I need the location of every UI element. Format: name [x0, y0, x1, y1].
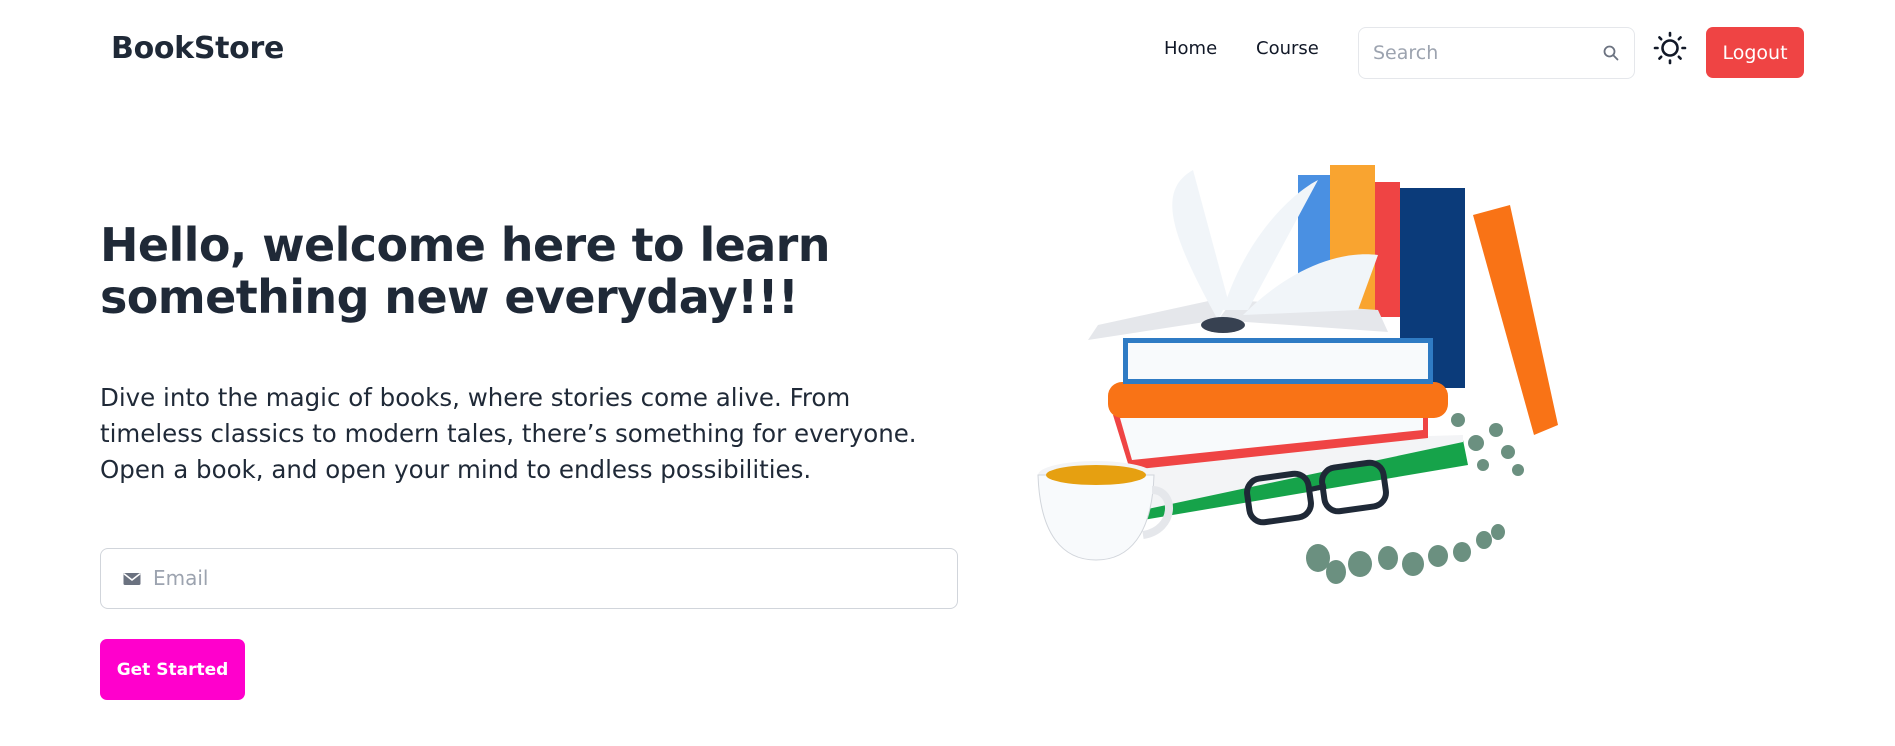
hero-description-line-2: timeless classics to modern tales, there…	[100, 419, 917, 448]
email-box	[100, 548, 958, 609]
nav-link-home[interactable]: Home	[1164, 38, 1217, 59]
nav-link-course[interactable]: Course	[1256, 38, 1319, 59]
hero-description-line-1: Dive into the magic of books, where stor…	[100, 383, 851, 412]
search-input[interactable]	[1373, 28, 1593, 77]
search-icon[interactable]	[1602, 44, 1620, 62]
sun-icon[interactable]	[1653, 31, 1687, 65]
navbar: BookStore Home Course Logout	[0, 0, 1895, 103]
search-box	[1358, 27, 1635, 79]
hero-description-line-3: Open a book, and open your mind to endle…	[100, 455, 812, 484]
mail-icon	[123, 573, 141, 585]
logout-button[interactable]: Logout	[1706, 27, 1804, 78]
hero-title-line-2: something new everyday!!!	[100, 270, 799, 324]
email-input[interactable]	[153, 549, 933, 607]
hero-description: Dive into the magic of books, where stor…	[100, 380, 980, 488]
hero-title-line-1: Hello, welcome here to learn	[100, 218, 831, 272]
books-stack-illustration	[1037, 165, 1558, 584]
get-started-button[interactable]: Get Started	[100, 639, 245, 700]
brand-logo[interactable]: BookStore	[111, 31, 284, 66]
hero-title: Hello, welcome here to learn something n…	[100, 219, 860, 323]
